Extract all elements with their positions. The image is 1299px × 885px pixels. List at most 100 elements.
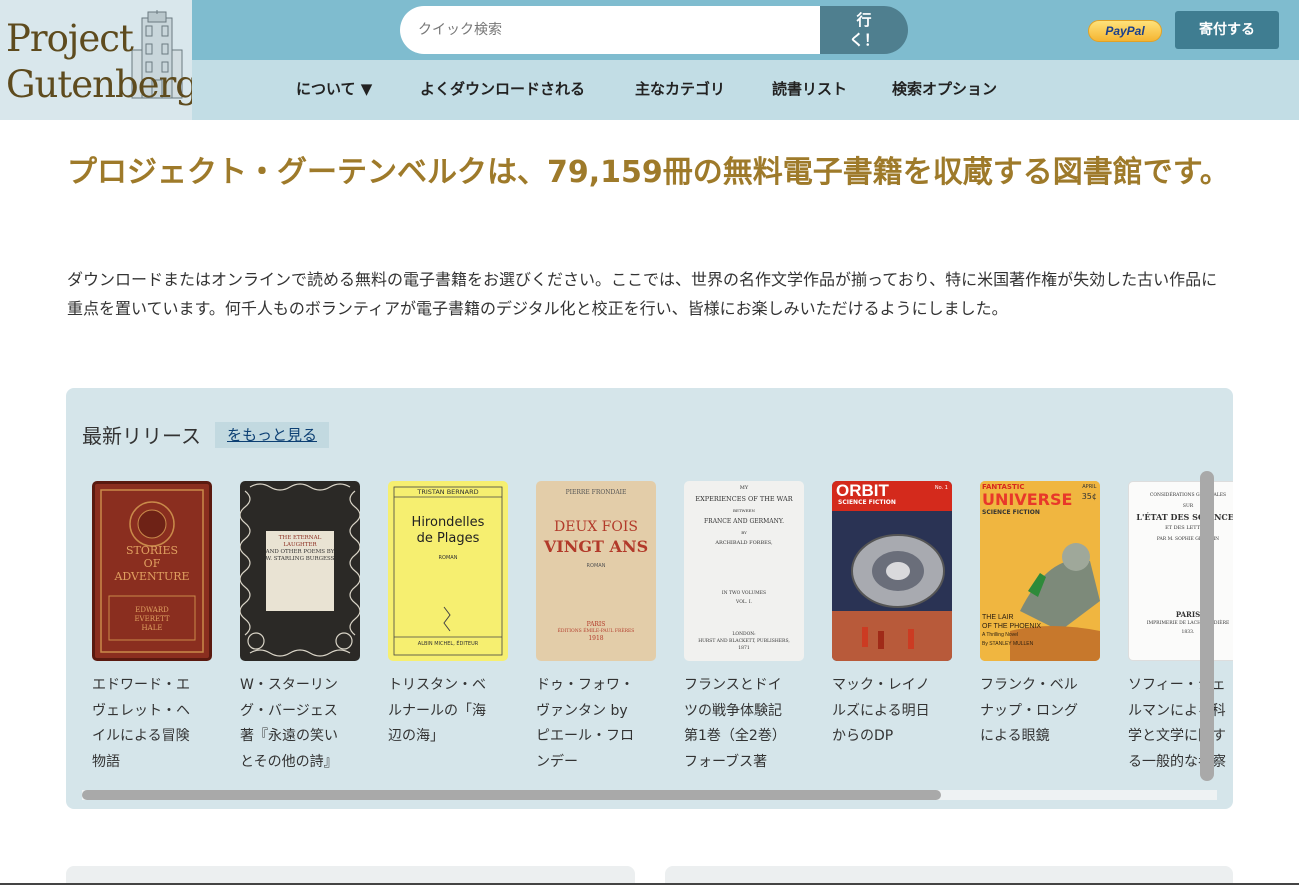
cover-5-text-4: FRANCE AND GERMANY.	[704, 518, 784, 525]
cover-6-text-1: ORBIT	[836, 481, 889, 500]
cover-8-text-5: PAR M. SOPHIE GERMAIN	[1156, 537, 1220, 542]
cover-5-text-7: IN TWO VOLUMES	[721, 591, 767, 596]
book-cover-image[interactable]: STORIES OF ADVENTURE EDWARD EVERETT HALE	[92, 481, 212, 661]
cover-7-text-8: A Thrilling Novel	[982, 632, 1019, 638]
cover-8-text-6: PARIS	[1175, 610, 1201, 619]
cover-1-text-5: EVERETT	[134, 615, 170, 623]
cover-3-text-5: ALBIN MICHEL, ÉDITEUR	[417, 641, 479, 647]
cover-6-text-2: SCIENCE FICTION	[838, 499, 896, 506]
book-cover-image[interactable]: ORBIT SCIENCE FICTION No. 1	[832, 481, 952, 661]
cover-6-text-3: No. 1	[934, 485, 948, 491]
cover-1-text-4: EDWARD	[135, 606, 169, 614]
top-bar: 行 く！ PayPal 寄付する	[192, 0, 1299, 60]
nav-about[interactable]: について ▼	[296, 60, 372, 120]
see-more-link[interactable]: をもっと見る	[215, 422, 330, 448]
nav-main-categories[interactable]: 主なカテゴリ	[635, 60, 725, 120]
book-title[interactable]: W・スターリング・バージェス著『永遠の笑いとその他の詩』	[240, 673, 350, 775]
book-cover-image[interactable]: FANTASTIC UNIVERSE SCIENCE FICTION APRIL…	[980, 481, 1100, 661]
book-title[interactable]: ソフィー・ジェルマンによる科学と文学に関する一般的な考察	[1128, 673, 1233, 775]
page-title: プロジェクト・グーテンベルクは、79,159冊の無料電子書籍を収蔵する図書館です…	[67, 155, 1230, 190]
cover-7-text-4: APRIL	[1082, 484, 1097, 490]
search-go-label-2: く！	[848, 31, 879, 49]
cover-8-text-2: SUR	[1182, 504, 1194, 509]
cover-1-text-3: ADVENTURE	[114, 570, 190, 583]
cover-1-text-6: HALE	[141, 624, 163, 632]
book-card[interactable]: TRISTAN BERNARD Hirondelles de Plages RO…	[388, 481, 508, 750]
book-card[interactable]: MY EXPERIENCES OF THE WAR BETWEEN FRANCE…	[684, 481, 804, 775]
book-card[interactable]: FANTASTIC UNIVERSE SCIENCE FICTION APRIL…	[980, 481, 1100, 750]
cover-3-text-2: Hirondelles	[411, 515, 485, 530]
cover-8-text-1: CONSIDÉRATIONS GÉNÉRALES	[1149, 493, 1227, 498]
book-title[interactable]: フランク・ベルナップ・ロングによる眼鏡	[980, 673, 1090, 750]
cover-4-text-7: 1918	[588, 635, 604, 642]
book-card[interactable]: PIERRE FRONDAIE DEUX FOIS VINGT ANS ROMA…	[536, 481, 656, 775]
cover-3-text-3: de Plages	[416, 531, 480, 546]
cover-5-text-10: HURST AND BLACKETT, PUBLISHERS,	[698, 639, 790, 644]
paypal-button[interactable]: PayPal	[1088, 20, 1162, 42]
book-title[interactable]: ドゥ・フォワ・ヴァンタン by ピエール・フロンデー	[536, 673, 646, 775]
cover-4-text-4: ROMAN	[586, 563, 606, 569]
book-title[interactable]: マック・レイノルズによる明日からのDP	[832, 673, 942, 750]
cover-4-text-3: VINGT ANS	[543, 537, 649, 556]
cover-7-text-7: OF THE PHOENIX	[982, 623, 1041, 630]
cover-1-text-2: OF	[143, 557, 161, 570]
book-cover-image[interactable]: MY EXPERIENCES OF THE WAR BETWEEN FRANCE…	[684, 481, 804, 661]
latest-releases-title: 最新リリース	[82, 424, 201, 448]
book-cover-image[interactable]: PIERRE FRONDAIE DEUX FOIS VINGT ANS ROMA…	[536, 481, 656, 661]
cover-2-text-1: THE ETERNAL	[278, 535, 322, 541]
cover-2-text-4: W. STARLING BURGESS	[265, 556, 335, 562]
site-logo[interactable]: Project Gutenberg	[0, 0, 192, 120]
vertical-scrollbar-thumb[interactable]	[1200, 471, 1214, 781]
cover-5-text-6: ARCHIBALD FORBES,	[715, 540, 773, 546]
cover-2-text-2: LAUGHTER	[283, 542, 317, 548]
cover-7-text-3: SCIENCE FICTION	[982, 509, 1040, 516]
book-card[interactable]: CONSIDÉRATIONS GÉNÉRALES SUR L'ÉTAT DES …	[1128, 481, 1233, 775]
horizontal-scrollbar-thumb[interactable]	[82, 790, 941, 800]
book-title[interactable]: エドワード・エヴェレット・ヘイルによる冒険物語	[92, 673, 202, 775]
cover-8-text-7: IMPRIMERIE DE LACHEVARDIÈRE	[1146, 621, 1230, 626]
book-title[interactable]: トリスタン・ベルナールの「海辺の海」	[388, 673, 498, 750]
intro-paragraph: ダウンロードまたはオンラインで読める無料の電子書籍をお選びください。ここでは、世…	[67, 270, 1218, 318]
cover-7-text-6: THE LAIR	[982, 614, 1014, 621]
cover-4-text-2: DEUX FOIS	[554, 519, 638, 535]
cover-5-text-5: BY	[741, 530, 747, 535]
book-card[interactable]: THE ETERNAL LAUGHTER AND OTHER POEMS BY …	[240, 481, 360, 775]
donate-button[interactable]: 寄付する	[1175, 11, 1279, 49]
cover-3-text-4: ROMAN	[438, 555, 458, 561]
cover-5-text-9: LONDON:	[732, 632, 756, 637]
nav-search-options[interactable]: 検索オプション	[892, 60, 997, 120]
book-title[interactable]: フランスとドイツの戦争体験記 第1巻（全2巻）フォーブス著	[684, 673, 794, 775]
cover-7-text-9: By STANLEY MULLEN	[982, 641, 1034, 647]
cover-5-text-2: EXPERIENCES OF THE WAR	[695, 495, 793, 503]
cover-4-text-5: PARIS	[586, 621, 606, 628]
search-input[interactable]	[400, 6, 820, 54]
cover-8-text-4: ET DES LETTRES	[1165, 525, 1211, 531]
latest-releases-panel: 最新リリース をもっと見る STORIES OF ADVENTURE EDWAR…	[66, 388, 1233, 809]
cover-7-text-2: UNIVERSE	[982, 490, 1073, 509]
cover-2-text-3: AND OTHER POEMS BY	[265, 549, 335, 555]
nav-frequently-downloaded[interactable]: よくダウンロードされる	[420, 60, 585, 120]
cover-5-text-11: 1871	[738, 646, 750, 651]
cover-7-text-5: 35¢	[1081, 492, 1097, 501]
cover-4-text-6: ÉDITIONS ÉMILE-PAUL FRÈRES	[557, 629, 635, 634]
search-go-button[interactable]: 行 く！	[820, 6, 908, 54]
cover-1-text-1: STORIES	[125, 544, 179, 557]
search-form: 行 く！	[400, 6, 908, 54]
main-nav: について ▼ よくダウンロードされる 主なカテゴリ 読書リスト 検索オプション	[192, 60, 1299, 120]
book-cover-image[interactable]: THE ETERNAL LAUGHTER AND OTHER POEMS BY …	[240, 481, 360, 661]
cover-4-text-1: PIERRE FRONDAIE	[565, 489, 627, 496]
book-card[interactable]: STORIES OF ADVENTURE EDWARD EVERETT HALE…	[92, 481, 212, 775]
cover-5-text-8: VOL. I.	[736, 600, 752, 605]
book-card[interactable]: ORBIT SCIENCE FICTION No. 1 マック・レイノルズによる…	[832, 481, 952, 750]
book-cover-image[interactable]: CONSIDÉRATIONS GÉNÉRALES SUR L'ÉTAT DES …	[1128, 481, 1233, 661]
cover-3-text-1: TRISTAN BERNARD	[417, 488, 479, 496]
cover-8-text-8: 1833.	[1181, 630, 1195, 635]
logo-line-project: Project	[6, 17, 134, 60]
nav-reading-lists[interactable]: 読書リスト	[772, 60, 847, 120]
cover-5-text-3: BETWEEN	[733, 508, 755, 513]
logo-line-gutenberg: Gutenberg	[6, 63, 192, 106]
book-cover-image[interactable]: TRISTAN BERNARD Hirondelles de Plages RO…	[388, 481, 508, 661]
cover-5-text-1: MY	[739, 485, 749, 491]
search-go-label-1: 行	[856, 11, 872, 29]
cover-8-text-3: L'ÉTAT DES SCIENCES	[1136, 512, 1233, 522]
